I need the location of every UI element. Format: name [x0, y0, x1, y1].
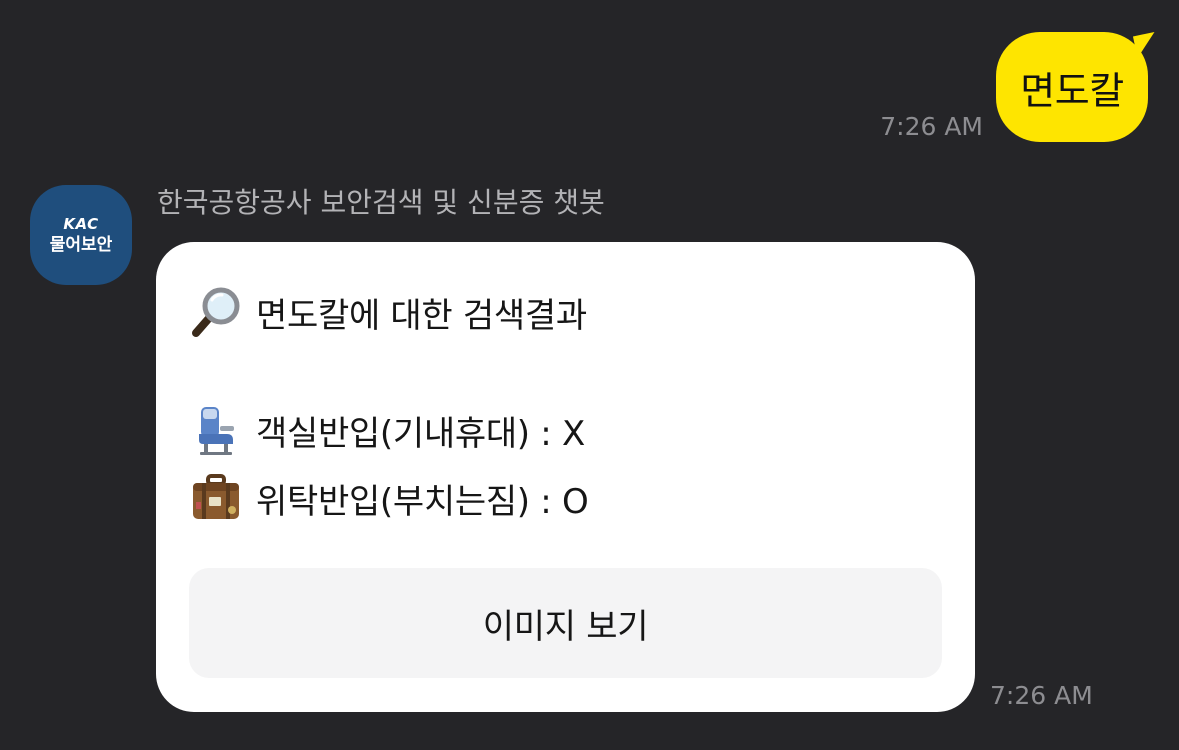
checked-row: 위탁반입(부치는짐) : O — [190, 472, 589, 524]
avatar-logo: KAC — [63, 214, 99, 233]
user-message-bubble[interactable]: 면도칼 — [996, 31, 1160, 142]
bot-name: 한국공항공사 보안검색 및 신분증 챗봇 — [157, 186, 605, 219]
bot-message-time: 7:26 AM — [990, 681, 1093, 710]
user-message-time: 7:26 AM — [880, 112, 983, 141]
cabin-row: 객실반입(기내휴대) : X — [190, 404, 585, 456]
result-title: 면도칼에 대한 검색결과 — [256, 295, 587, 336]
bot-result-card: 면도칼에 대한 검색결과 객실반입(기내휴대) : X 위탁반입(부치는짐):… — [156, 242, 975, 712]
checked-status: 위탁반입(부치는짐) : O — [256, 481, 589, 522]
magnifier-icon — [190, 286, 242, 338]
bubble-tail — [1132, 31, 1160, 59]
user-message-text: 면도칼 — [1020, 68, 1124, 113]
view-image-button[interactable]: 이미지 보기 — [189, 568, 942, 678]
suitcase-icon — [190, 472, 242, 524]
bot-avatar[interactable]: KAC 물어보안 — [30, 185, 132, 285]
seat-icon — [190, 404, 242, 456]
avatar-label: 물어보안 — [49, 234, 113, 255]
cabin-status: 객실반입(기내휴대) : X — [256, 413, 585, 454]
result-title-row: 면도칼에 대한 검색결과 — [190, 286, 587, 338]
